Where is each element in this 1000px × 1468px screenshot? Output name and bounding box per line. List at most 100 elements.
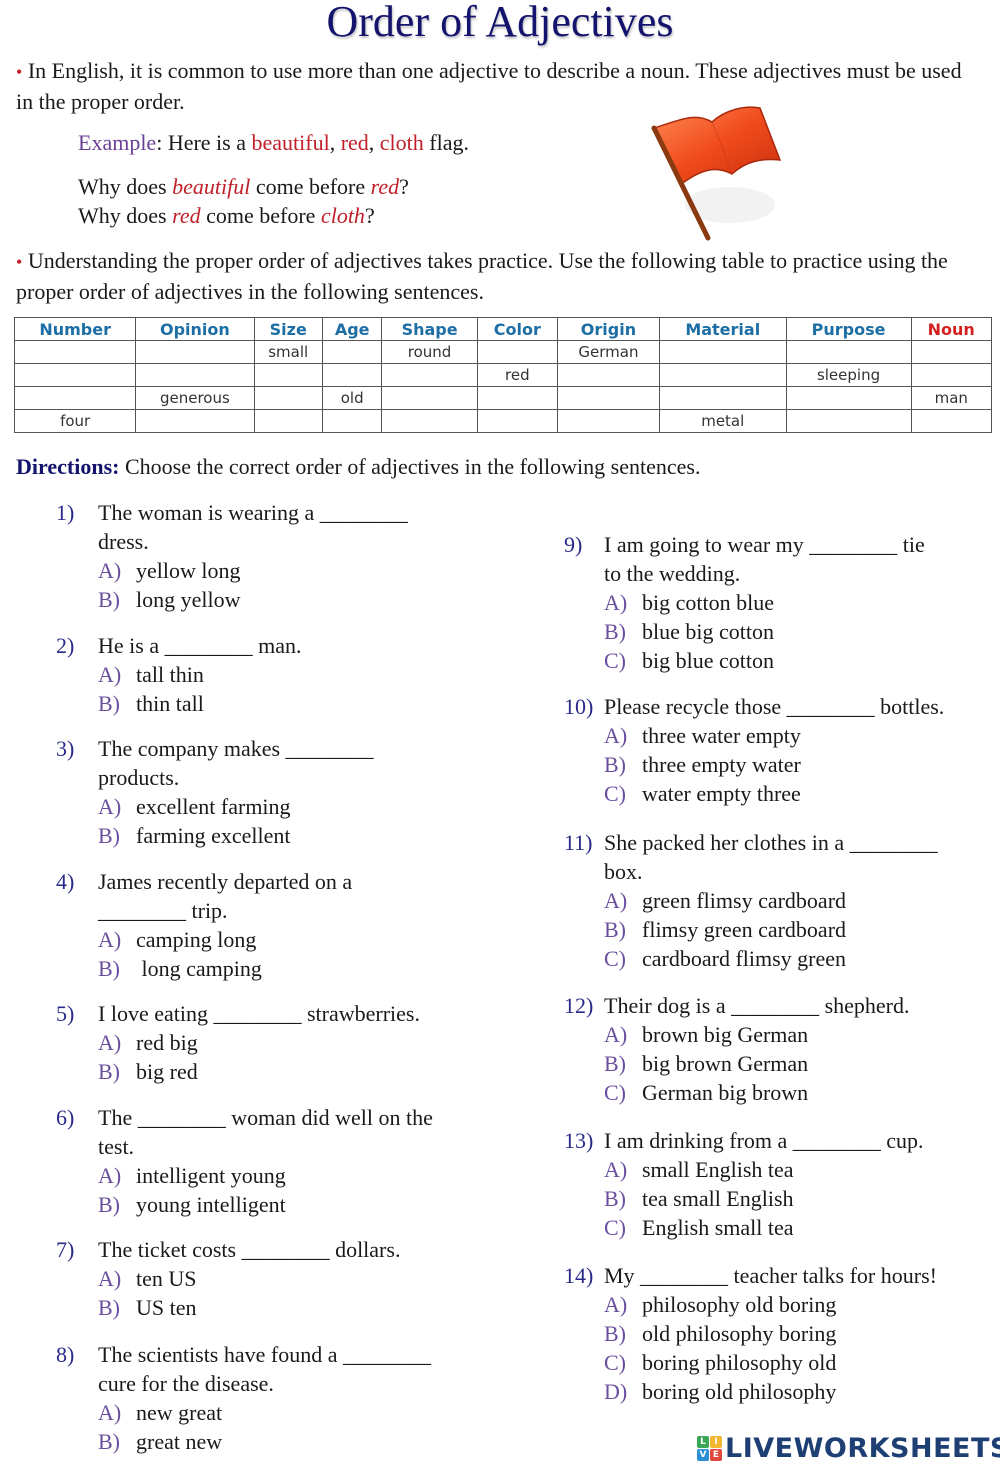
answer-option[interactable]: B) great new (98, 1427, 496, 1456)
answer-option[interactable]: A) yellow long (98, 556, 496, 585)
liveworksheets-logo: LIVE LIVEWORKSHEETS (697, 1432, 1000, 1464)
option-text: US ten (136, 1295, 197, 1320)
answer-option[interactable]: B) big brown German (604, 1049, 994, 1078)
answer-option[interactable]: C) water empty three (604, 779, 994, 808)
table-cell (381, 386, 478, 410)
option-letter: C) (604, 648, 626, 673)
answer-option[interactable]: C) boring philosophy old (604, 1348, 994, 1377)
table-cell (135, 363, 255, 387)
example-adjective: beautiful (251, 130, 330, 155)
answer-option[interactable]: B) long yellow (98, 585, 496, 614)
logo-letter-tile: L (697, 1435, 709, 1448)
answer-option[interactable]: B) tea small English (604, 1184, 994, 1213)
answer-option[interactable]: B) flimsy green cardboard (604, 915, 994, 944)
option-letter: B) (98, 1059, 120, 1084)
table-cell (253, 363, 323, 387)
question-text: ________ trip. (98, 898, 228, 923)
column-header-noun: Noun (910, 317, 992, 341)
option-letter: B) (98, 823, 120, 848)
question-text: products. (98, 765, 180, 790)
question-text: He is a ________ man. (98, 633, 302, 658)
option-letter: A) (98, 1163, 122, 1188)
table-cell: round (381, 340, 478, 364)
answer-option[interactable]: C) German big brown (604, 1078, 994, 1107)
answer-option[interactable]: A) new great (98, 1398, 496, 1427)
answer-option[interactable]: A) excellent farming (98, 792, 496, 821)
table-cell (253, 386, 323, 410)
question-number: 11) (564, 830, 593, 855)
option-letter: A) (98, 794, 122, 819)
answer-option[interactable]: A) big cotton blue (604, 588, 994, 617)
option-text: intelligent young (136, 1163, 286, 1188)
answer-option[interactable]: C) big blue cotton (604, 646, 994, 675)
column-header: Origin (556, 317, 660, 341)
answer-option[interactable]: C) cardboard flimsy green (604, 944, 994, 973)
answer-option[interactable]: A) green flimsy cardboard (604, 886, 994, 915)
why-question-1: Why does beautiful come before red? (78, 172, 409, 201)
option-letter: B) (98, 1192, 120, 1217)
adjective-order-table: Number Opinion Size Age Shape Color Orig… (13, 317, 992, 433)
option-letter: C) (604, 1215, 626, 1240)
option-text: cardboard flimsy green (642, 946, 847, 971)
why-adjective: red (370, 174, 400, 199)
question-1: 1) The woman is wearing a ________ dress. A… (56, 498, 496, 614)
option-letter: A) (98, 1266, 122, 1291)
option-letter: C) (604, 781, 626, 806)
answer-option[interactable]: B) US ten (98, 1293, 496, 1322)
why-text: come before (200, 203, 321, 228)
question-text: I am drinking from a ________ cup. (604, 1128, 924, 1153)
option-letter: A) (98, 1400, 122, 1425)
bullet-icon: • (16, 252, 23, 272)
question-text: I am going to wear my ________ tie (604, 532, 925, 557)
question-text: Their dog is a ________ shepherd. (604, 993, 910, 1018)
question-number: 14) (564, 1263, 594, 1288)
option-letter: B) (98, 1295, 120, 1320)
why-adjective: cloth (320, 203, 365, 228)
option-letter: A) (98, 927, 122, 952)
why-text: Why does (78, 203, 173, 228)
option-text: tea small English (642, 1186, 794, 1211)
live-logo-icon: LIVE (697, 1435, 722, 1461)
table-cell (381, 363, 478, 387)
question-8: 8) The scientists have found a ________ cu… (56, 1340, 496, 1456)
answer-option[interactable]: B) big red (98, 1057, 496, 1086)
option-text: three water empty (642, 723, 801, 748)
answer-option[interactable]: A) intelligent young (98, 1161, 496, 1190)
answer-option[interactable]: B) old philosophy boring (604, 1319, 994, 1348)
answer-option[interactable]: A) tall thin (98, 660, 496, 689)
option-text: English small tea (642, 1215, 794, 1240)
why-text: ? (364, 203, 375, 228)
answer-option[interactable]: B) three empty water (604, 750, 994, 779)
answer-option[interactable]: B) long camping (98, 954, 496, 983)
table-cell (658, 340, 787, 364)
answer-option[interactable]: B) farming excellent (98, 821, 496, 850)
answer-option[interactable]: A) small English tea (604, 1155, 994, 1184)
question-number: 9) (564, 532, 583, 557)
table-row: red sleeping (13, 363, 992, 387)
answer-option[interactable]: A) philosophy old boring (604, 1290, 994, 1319)
question-2: 2) He is a ________ man. A) tall thin B) thin… (56, 631, 496, 718)
answer-option[interactable]: A) red big (98, 1028, 496, 1057)
answer-option[interactable]: A) camping long (98, 925, 496, 954)
answer-option[interactable]: B) young intelligent (98, 1190, 496, 1219)
answer-option[interactable]: A) three water empty (604, 721, 994, 750)
option-letter: A) (604, 1157, 628, 1182)
option-text: tall thin (136, 662, 204, 687)
table-cell (13, 386, 137, 410)
option-text: excellent farming (136, 794, 291, 819)
answer-option[interactable]: B) blue big cotton (604, 617, 994, 646)
option-text: thin tall (136, 691, 204, 716)
table-cell (321, 340, 383, 364)
option-text: camping long (136, 927, 257, 952)
answer-option[interactable]: D) boring old philosophy (604, 1377, 994, 1406)
answer-option[interactable]: A) ten US (98, 1264, 496, 1293)
table-cell: red (476, 363, 558, 387)
answer-option[interactable]: C) English small tea (604, 1213, 994, 1242)
answer-option[interactable]: B) thin tall (98, 689, 496, 718)
option-letter: C) (604, 1080, 626, 1105)
answer-option[interactable]: A) brown big German (604, 1020, 994, 1049)
question-text: The company makes ________ (98, 736, 374, 761)
directions-label: Directions: (16, 454, 120, 479)
option-letter: B) (604, 1051, 626, 1076)
option-text: ten US (136, 1266, 197, 1291)
